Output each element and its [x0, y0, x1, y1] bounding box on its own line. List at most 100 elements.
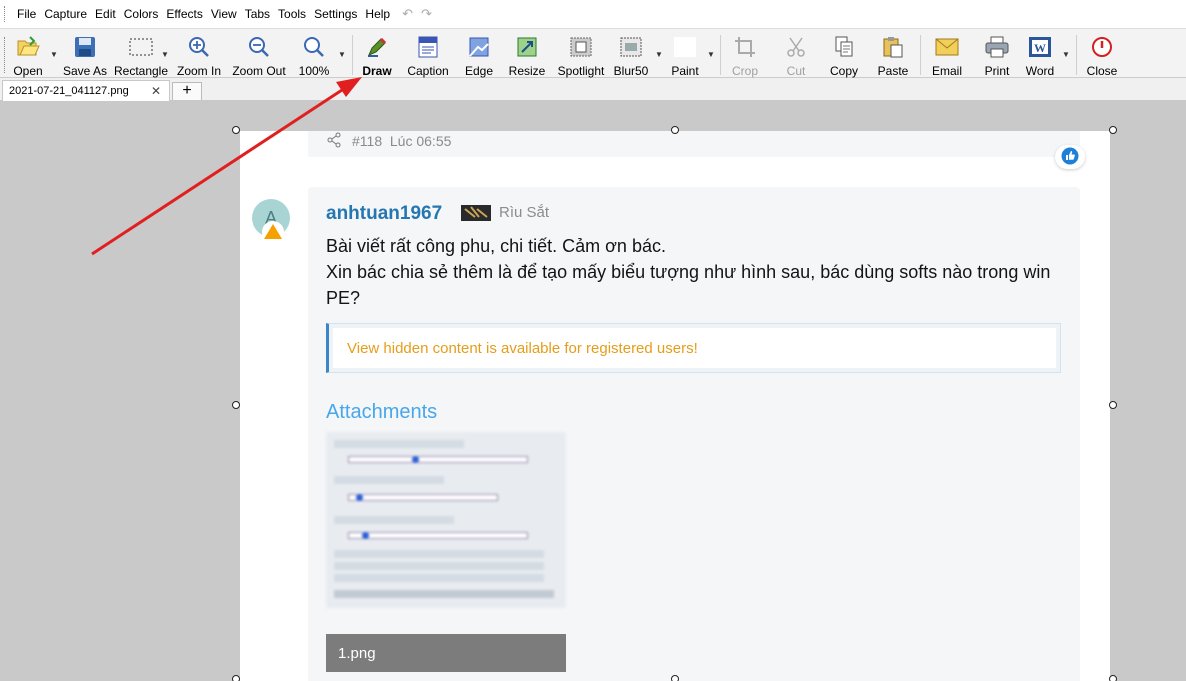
scissors-icon: [783, 34, 809, 59]
word-button[interactable]: W Word: [1022, 31, 1058, 77]
toolbar-separator: [1076, 35, 1077, 75]
menu-tabs[interactable]: Tabs: [241, 0, 274, 28]
user-title: Rìu Sắt: [499, 204, 550, 221]
main-toolbar: Open ▼ Save As Rectangle ▼ Zoom In Zoom …: [0, 28, 1186, 78]
document-tab[interactable]: 2021-07-21_041127.png ✕: [2, 80, 170, 101]
paste-clipboard-icon: [880, 34, 906, 59]
zoom-level-button[interactable]: 100%: [296, 31, 332, 77]
rectangle-capture-button[interactable]: Rectangle: [114, 31, 168, 77]
edge-button[interactable]: Edge: [460, 31, 498, 77]
draw-pen-icon: [364, 34, 390, 59]
magnifier-icon: [301, 34, 327, 59]
toolbar-grip: [4, 37, 7, 73]
toolbar-separator: [920, 35, 921, 75]
post-number[interactable]: #118: [352, 133, 382, 149]
post-body: anhtuan1967 Rìu Sắt Bài viết rất công ph…: [308, 187, 1080, 681]
email-button[interactable]: Email: [928, 31, 966, 77]
resize-handle-middle-left[interactable]: [232, 401, 240, 409]
post-line-2: Xin bác chia sẻ thêm là để tạo mấy biểu …: [326, 262, 1051, 308]
like-badge[interactable]: [1055, 145, 1085, 169]
save-as-button[interactable]: Save As: [62, 31, 108, 77]
menu-grip: [4, 6, 7, 22]
zoom-out-icon: [246, 34, 272, 59]
post-line-1: Bài viết rất công phu, chi tiết. Cảm ơn …: [326, 236, 666, 256]
zoom-in-button[interactable]: Zoom In: [176, 31, 222, 77]
spotlight-icon: [568, 34, 594, 59]
floppy-disk-icon: [72, 34, 98, 59]
resize-icon: [514, 34, 540, 59]
word-icon: W: [1027, 34, 1053, 59]
menu-bar: File Capture Edit Colors Effects View Ta…: [0, 0, 1186, 28]
spotlight-button[interactable]: Spotlight: [554, 31, 608, 77]
paint-button[interactable]: Paint: [668, 31, 702, 77]
copy-button[interactable]: Copy: [826, 31, 862, 77]
menu-tools[interactable]: Tools: [274, 0, 310, 28]
caption-button[interactable]: Caption: [404, 31, 452, 77]
printer-icon: [984, 34, 1010, 59]
word-dropdown-caret[interactable]: ▼: [1062, 50, 1070, 59]
resize-handle-middle-right[interactable]: [1109, 401, 1117, 409]
power-close-icon: [1089, 34, 1115, 59]
zoom-out-button[interactable]: Zoom Out: [230, 31, 288, 77]
redo-icon[interactable]: ↷: [421, 6, 440, 21]
undo-icon[interactable]: ↶: [402, 6, 421, 21]
paste-button[interactable]: Paste: [874, 31, 912, 77]
resize-handle-bottom-left[interactable]: [232, 675, 240, 681]
resize-handle-bottom-right[interactable]: [1109, 675, 1117, 681]
blur-button[interactable]: Blur50: [612, 31, 650, 77]
close-button[interactable]: Close: [1084, 31, 1120, 77]
crop-icon: [732, 34, 758, 59]
add-tab-button[interactable]: +: [172, 82, 202, 100]
resize-button[interactable]: Resize: [506, 31, 548, 77]
open-button[interactable]: Open: [10, 31, 46, 77]
blur-dropdown-caret[interactable]: ▼: [655, 50, 663, 59]
close-tab-icon[interactable]: ✕: [151, 84, 161, 98]
menu-capture[interactable]: Capture: [40, 0, 91, 28]
username-link[interactable]: anhtuan1967: [326, 203, 442, 225]
hidden-content-notice: View hidden content is available for reg…: [333, 328, 1056, 368]
blur-icon: [618, 34, 644, 59]
attachment-filename[interactable]: 1.png: [326, 634, 566, 672]
document-tab-title: 2021-07-21_041127.png: [9, 85, 129, 97]
resize-handle-top-left[interactable]: [232, 126, 240, 134]
warning-triangle-icon: [260, 221, 286, 246]
document-tab-strip: 2021-07-21_041127.png ✕ +: [0, 79, 1186, 101]
copy-icon: [831, 34, 857, 59]
edge-icon: [466, 34, 492, 59]
editor-canvas[interactable]: #118 Lúc 06:55 A anhtuan1967 Rìu Sắt Bài…: [0, 101, 1186, 681]
svg-text:W: W: [1034, 41, 1046, 55]
thumbs-up-icon: [1061, 147, 1079, 168]
menu-effects[interactable]: Effects: [162, 0, 206, 28]
menu-edit[interactable]: Edit: [91, 0, 120, 28]
post-time: Lúc 06:55: [389, 133, 452, 149]
caption-icon: [415, 34, 441, 59]
open-folder-icon: [15, 34, 41, 59]
toolbar-separator: [352, 35, 353, 75]
resize-handle-top-center[interactable]: [671, 126, 679, 134]
print-button[interactable]: Print: [980, 31, 1014, 77]
crop-button[interactable]: Crop: [728, 31, 762, 77]
user-rank-badge-icon: [461, 205, 491, 221]
post-message: Bài viết rất công phu, chi tiết. Cảm ơn …: [326, 233, 1066, 311]
attachments-heading: Attachments: [326, 401, 438, 423]
menu-colors[interactable]: Colors: [120, 0, 163, 28]
rectangle-dropdown-caret[interactable]: ▼: [161, 50, 169, 59]
paint-dropdown-caret[interactable]: ▼: [707, 50, 715, 59]
resize-handle-bottom-center[interactable]: [671, 675, 679, 681]
draw-button[interactable]: Draw: [358, 31, 396, 77]
screenshot-image[interactable]: #118 Lúc 06:55 A anhtuan1967 Rìu Sắt Bài…: [240, 131, 1110, 681]
menu-settings[interactable]: Settings: [310, 0, 361, 28]
attachment-thumbnail[interactable]: [326, 432, 566, 608]
zoom-dropdown-caret[interactable]: ▼: [338, 50, 346, 59]
menu-file[interactable]: File: [13, 0, 40, 28]
post-header-strip: #118 Lúc 06:55: [308, 131, 1080, 157]
resize-handle-top-right[interactable]: [1109, 126, 1117, 134]
open-dropdown-caret[interactable]: ▼: [50, 50, 58, 59]
menu-view[interactable]: View: [207, 0, 241, 28]
menu-help[interactable]: Help: [361, 0, 394, 28]
paint-color-swatch-icon: [672, 34, 698, 59]
share-icon[interactable]: [326, 132, 342, 151]
cut-button[interactable]: Cut: [780, 31, 812, 77]
hidden-content-box: View hidden content is available for reg…: [326, 323, 1061, 373]
zoom-in-icon: [186, 34, 212, 59]
